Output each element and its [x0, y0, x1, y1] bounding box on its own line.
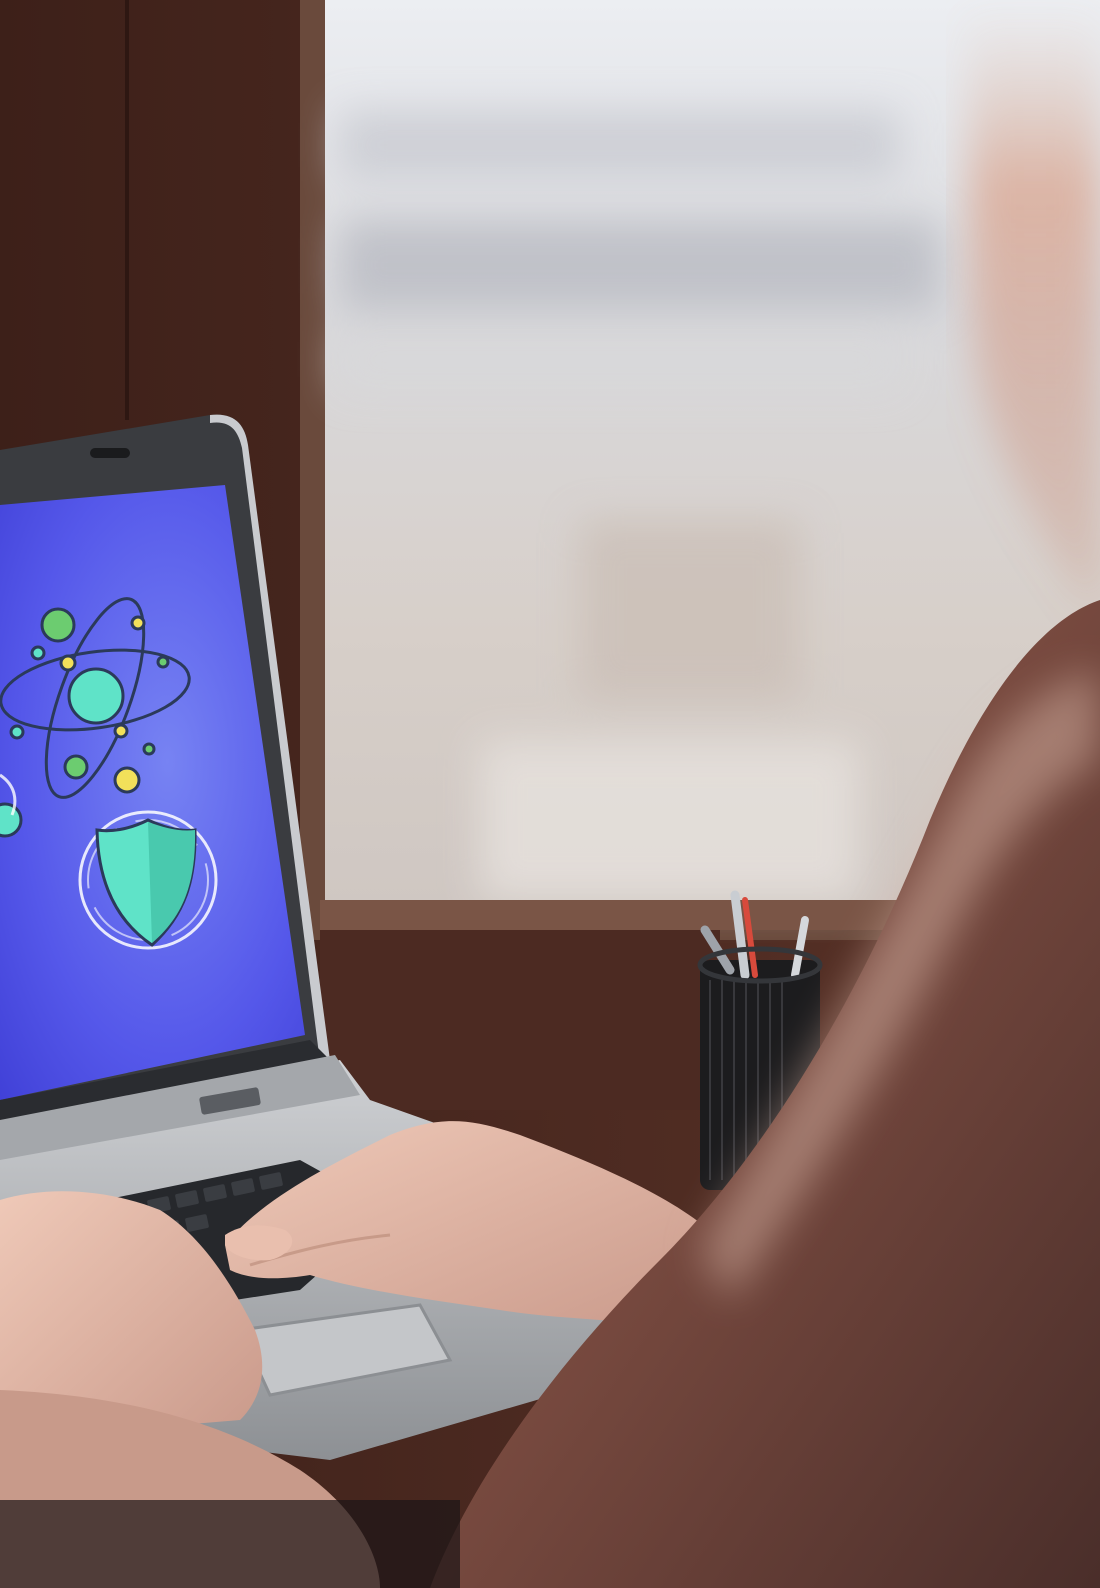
- photo-scene: [0, 0, 1100, 1588]
- wall-panel-line: [125, 0, 129, 420]
- photo-illustration: [0, 0, 1100, 1588]
- webcam: [90, 448, 130, 458]
- window-sill-lower: [320, 930, 720, 1110]
- desk-shadow: [0, 1500, 460, 1588]
